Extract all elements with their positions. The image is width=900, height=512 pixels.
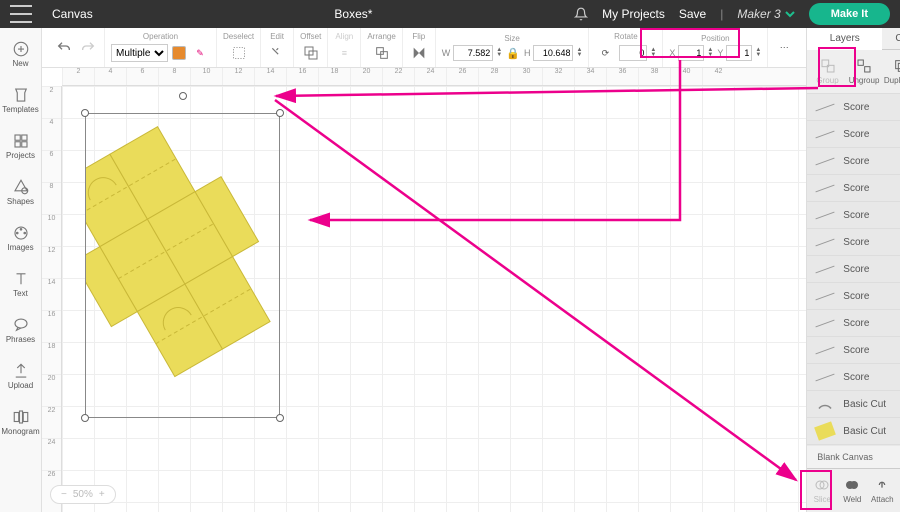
zoom-control[interactable]: − 50% +: [50, 485, 116, 504]
resize-handle[interactable]: [81, 414, 89, 422]
swatch-icon[interactable]: [172, 46, 186, 60]
duplicate-button[interactable]: Duplicate: [883, 58, 900, 85]
text-button[interactable]: Text: [0, 262, 42, 306]
rotate-label: Rotate: [614, 32, 638, 41]
rotate-input[interactable]: [619, 45, 647, 61]
selection-box[interactable]: [85, 113, 280, 418]
upload-button[interactable]: Upload: [0, 354, 42, 398]
layer-item[interactable]: Score👁: [807, 364, 900, 391]
layer-item[interactable]: Score👁: [807, 229, 900, 256]
deselect-label: Deselect: [223, 32, 254, 41]
images-button[interactable]: Images: [0, 216, 42, 260]
ruler-vertical: 2468101214161820222426: [42, 86, 62, 512]
lock-icon[interactable]: 🔒: [506, 47, 520, 60]
layer-item[interactable]: Basic Cut👁: [807, 418, 900, 445]
layer-item[interactable]: Score👁: [807, 175, 900, 202]
zoom-out-icon[interactable]: −: [61, 489, 67, 500]
size-label: Size: [504, 34, 520, 43]
monogram-button[interactable]: Monogram: [0, 400, 42, 444]
phrases-button[interactable]: Phrases: [0, 308, 42, 352]
bell-icon[interactable]: [574, 7, 588, 21]
arrange-label: Arrange: [367, 32, 395, 41]
ruler-horizontal: 24681012141618202224262830323436384042: [62, 68, 806, 86]
attach-button[interactable]: Attach: [867, 477, 897, 504]
rotate-handle[interactable]: [179, 92, 187, 100]
edit-toolbar: Operation Multiple ✎ Deselect Edit Offse…: [42, 28, 806, 68]
height-input[interactable]: [533, 45, 573, 61]
chevron-down-icon: [785, 9, 795, 19]
edit-label: Edit: [270, 32, 284, 41]
page-mode: Canvas: [52, 7, 93, 21]
shapes-button[interactable]: Shapes: [0, 170, 42, 214]
projects-button[interactable]: Projects: [0, 124, 42, 168]
topbar: Canvas Boxes* My Projects Save | Maker 3…: [0, 0, 900, 28]
edit-button[interactable]: [267, 43, 287, 63]
y-input[interactable]: [726, 45, 752, 61]
slice-button[interactable]: Slice: [807, 477, 837, 504]
templates-button[interactable]: Templates: [0, 78, 42, 122]
weld-button[interactable]: Weld: [837, 477, 867, 504]
right-panel: Layers Color Sync Group Ungroup Duplicat…: [806, 28, 900, 512]
layer-item[interactable]: Score👁: [807, 202, 900, 229]
width-input[interactable]: [453, 45, 493, 61]
layer-item[interactable]: Score👁: [807, 148, 900, 175]
layer-item[interactable]: Score👁: [807, 94, 900, 121]
blank-canvas-label: Blank Canvas: [807, 446, 900, 468]
left-toolbar: New Templates Projects Shapes Images Tex…: [0, 28, 42, 512]
align-label: Align: [335, 32, 353, 41]
rotate-icon[interactable]: ⟳: [595, 43, 615, 63]
zoom-in-icon[interactable]: +: [99, 489, 105, 500]
flip-label: Flip: [412, 32, 425, 41]
zoom-value: 50%: [73, 489, 93, 500]
canvas-area[interactable]: 24681012141618202224262830323436384042 2…: [42, 68, 806, 512]
resize-handle[interactable]: [276, 414, 284, 422]
save-link[interactable]: Save: [679, 7, 706, 21]
project-title: Boxes*: [133, 7, 574, 21]
layer-item[interactable]: Score👁: [807, 256, 900, 283]
offset-button[interactable]: [301, 43, 321, 63]
operation-label: Operation: [143, 32, 178, 41]
x-input[interactable]: [678, 45, 704, 61]
arrange-button[interactable]: [372, 43, 392, 63]
my-projects-link[interactable]: My Projects: [602, 7, 665, 21]
divider: |: [720, 7, 723, 21]
tab-layers[interactable]: Layers: [807, 28, 882, 50]
resize-handle[interactable]: [81, 109, 89, 117]
layer-item[interactable]: Score👁: [807, 283, 900, 310]
make-it-button[interactable]: Make It: [809, 3, 890, 25]
resize-handle[interactable]: [276, 109, 284, 117]
offset-label: Offset: [300, 32, 321, 41]
layer-item[interactable]: Score👁: [807, 310, 900, 337]
tab-color-sync[interactable]: Color Sync: [882, 28, 900, 50]
more-icon[interactable]: ⋯: [774, 38, 794, 58]
layer-item[interactable]: Score👁: [807, 337, 900, 364]
machine-select[interactable]: Maker 3: [737, 7, 794, 21]
flip-button[interactable]: [409, 43, 429, 63]
new-button[interactable]: New: [0, 32, 42, 76]
pencil-icon[interactable]: ✎: [190, 43, 210, 63]
align-button[interactable]: ≡: [334, 43, 354, 63]
position-label: Position: [701, 34, 729, 43]
operation-select[interactable]: Multiple: [111, 44, 168, 62]
layer-item[interactable]: Score👁: [807, 121, 900, 148]
deselect-button[interactable]: [229, 43, 249, 63]
layers-list: Score👁Score👁Score👁Score👁Score👁Score👁Scor…: [807, 94, 900, 446]
layer-item[interactable]: Basic Cut👁: [807, 391, 900, 418]
ungroup-button[interactable]: Ungroup: [846, 58, 882, 85]
hamburger-icon[interactable]: [10, 5, 32, 23]
undo-button[interactable]: [54, 38, 74, 58]
group-button[interactable]: Group: [810, 58, 846, 85]
redo-button[interactable]: [78, 38, 98, 58]
